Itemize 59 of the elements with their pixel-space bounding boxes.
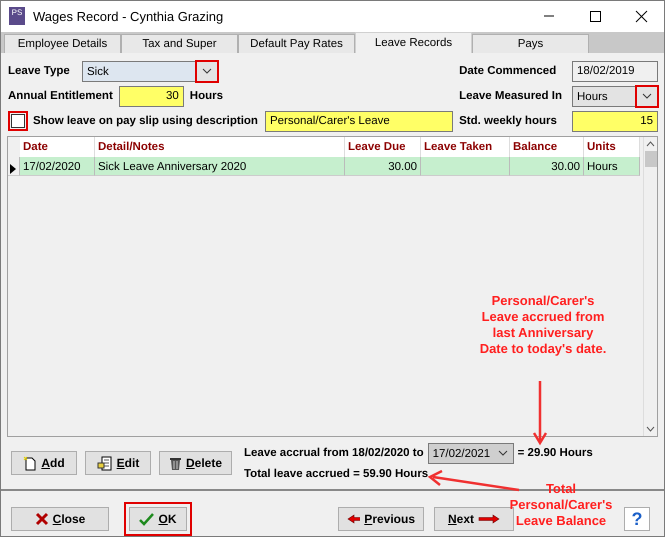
trash-icon: [168, 456, 182, 470]
caret-icon: [498, 450, 508, 456]
tab[interactable]: Pays: [472, 34, 589, 53]
accrual-text: Leave accrual from 18/02/2020 to: [244, 446, 424, 461]
left-arrow-icon: [347, 514, 360, 524]
annotation-arrow: [532, 381, 548, 446]
caret-icon: [642, 93, 652, 100]
column-header: Date: [20, 136, 95, 157]
field-label: Std. weekly hours: [459, 114, 557, 129]
field-label: Date Commenced: [459, 64, 556, 79]
maximize-icon[interactable]: [588, 10, 602, 23]
close-icon[interactable]: [634, 10, 648, 23]
window-title: Wages Record - Cynthia Grazing: [33, 8, 224, 26]
measure-dropdown[interactable]: Hours: [572, 86, 658, 107]
unit-label: Hours: [190, 88, 224, 104]
table-cell: 17/02/2020: [20, 156, 95, 176]
table-cell: 30.00: [510, 156, 584, 176]
scroll-thumb[interactable]: [644, 150, 656, 167]
help-button[interactable]: ?: [624, 507, 650, 531]
table-cell: Hours: [584, 156, 640, 176]
description-field[interactable]: Personal/Carer's Leave: [264, 110, 453, 132]
x-icon: [34, 512, 49, 526]
entitlement-field[interactable]: 30: [118, 86, 184, 107]
field-label: Leave Measured In: [459, 88, 562, 104]
date-dropdown[interactable]: 17/02/2021: [428, 442, 514, 464]
field-label: Leave Type: [8, 64, 71, 79]
add-button[interactable]: Add: [11, 451, 77, 475]
column-header: Leave Due: [345, 136, 421, 157]
delete-button[interactable]: Delete: [159, 451, 232, 475]
tab[interactable]: Employee Details: [4, 34, 121, 53]
leave-type-dropdown[interactable]: Sick: [82, 60, 218, 82]
ok-button[interactable]: OK: [124, 502, 192, 536]
annotation-text: Personal/Carer's Leave accrued from last Anniversary Date to today's date.: [478, 293, 608, 357]
edit-button[interactable]: Edit: [85, 451, 151, 475]
column-header: Balance: [510, 136, 584, 157]
weekly-hours-field[interactable]: 15: [572, 110, 658, 132]
checkbox-label: Show leave on pay slip using description: [33, 114, 258, 129]
tab[interactable]: Leave Records: [355, 32, 472, 53]
checkmark-icon: [139, 512, 154, 526]
app-icon: PS: [9, 7, 25, 26]
table-cell: 30.00: [345, 156, 421, 176]
column-header: Units: [584, 136, 640, 157]
column-header: Detail/Notes: [95, 136, 345, 157]
tab[interactable]: Tax and Super: [121, 34, 238, 53]
right-arrow-icon: [478, 514, 500, 524]
previous-button[interactable]: Previous: [338, 507, 424, 531]
field-label: Annual Entitlement: [8, 88, 113, 104]
table-cell: Sick Leave Anniversary 2020: [95, 156, 345, 176]
dropdown-button[interactable]: [197, 62, 217, 81]
total-accrued-text: Total leave accrued = 59.90 Hours: [244, 466, 428, 482]
caret-icon: [202, 68, 212, 74]
tab[interactable]: Default Pay Rates: [238, 34, 355, 53]
new-page-icon: [23, 456, 38, 470]
accrual-result: = 29.90 Hours: [518, 446, 593, 461]
close-button[interactable]: Close: [11, 507, 109, 531]
date-commenced-field: 18/02/2019: [572, 60, 658, 82]
column-header: Leave Taken: [421, 136, 510, 157]
dropdown-button[interactable]: [637, 86, 657, 106]
notepad-icon: [96, 456, 113, 470]
